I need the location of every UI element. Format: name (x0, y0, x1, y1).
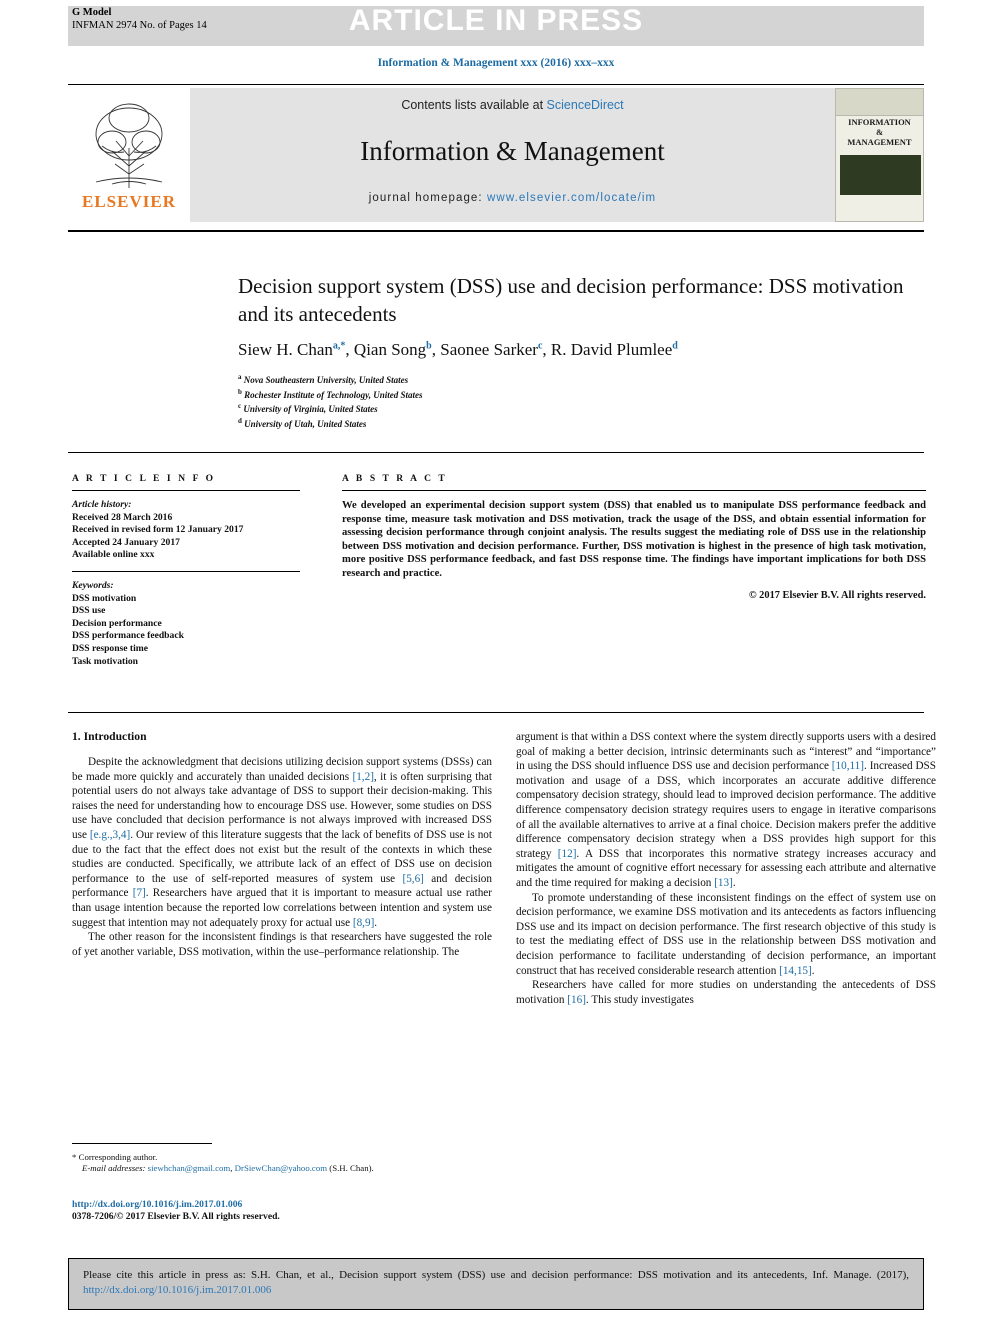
keywords-items: DSS motivation DSS use Decision performanc… (72, 593, 300, 669)
reference-link[interactable]: [13] (714, 877, 733, 889)
cover-image-block (840, 155, 921, 195)
abstract-heading: A B S T R A C T (342, 474, 448, 484)
body-paragraph: To promote understanding of these incons… (516, 891, 936, 977)
affiliation-item: c University of Virginia, United States (238, 402, 378, 415)
keywords-label: Keywords: (72, 579, 114, 591)
masthead-center: Contents lists available at ScienceDirec… (190, 88, 835, 222)
journal-title: Information & Management (360, 136, 665, 166)
keyword-item: Task motivation (72, 655, 139, 667)
email-label: E-mail addresses: (82, 1163, 146, 1174)
journal-cover-thumbnail: INFORMATION & MANAGEMENT (835, 88, 924, 222)
affiliation-item: b Rochester Institute of Technology, Uni… (238, 387, 423, 400)
keyword-item: DSS motivation (72, 592, 137, 604)
body-column-left: 1. Introduction Despite the acknowledgme… (72, 730, 492, 959)
homepage-label: journal homepage: (368, 192, 488, 204)
article-history-label: Article history: (72, 499, 132, 510)
article-info-heading: A R T I C L E I N F O (72, 474, 216, 484)
article-history-item: Received in revised form 12 January 2017 (72, 524, 244, 536)
right-column-paragraphs: argument is that within a DSS context wh… (516, 730, 936, 1007)
article-info-column: A R T I C L E I N F O Article history: R… (72, 474, 300, 668)
citation-text: Please cite this article in press as: S.… (83, 1268, 909, 1298)
article-history-item: Available online xxx (72, 549, 155, 561)
email-link-1[interactable]: siewhchan@gmail.com (148, 1163, 231, 1173)
reference-link[interactable]: [1,2] (352, 771, 373, 783)
elsevier-logo: ELSEVIER (68, 88, 190, 222)
citation-box: Please cite this article in press as: S.… (68, 1258, 924, 1310)
rule-info (68, 452, 924, 453)
section-heading-introduction: 1. Introduction (72, 730, 147, 743)
email-suffix: (S.H. Chan). (329, 1163, 374, 1174)
abstract-divider (342, 490, 926, 491)
reference-link[interactable]: [10,11] (832, 760, 864, 772)
citation-doi-link[interactable]: http://dx.doi.org/10.1016/j.im.2017.01.0… (83, 1284, 271, 1296)
reference-link[interactable]: [8,9] (353, 917, 374, 929)
article-history-items: Received 28 March 2016 Received in revise… (72, 512, 300, 562)
reference-link[interactable]: [7] (133, 887, 146, 899)
reference-link[interactable]: [e.g.,3,4] (90, 829, 130, 841)
contents-prefix: Contents lists available at (401, 98, 547, 112)
elsevier-tree-icon (95, 103, 163, 188)
body-column-right: argument is that within a DSS context wh… (516, 730, 936, 1007)
author-list: Siew H. Chana,*, Qian Songb, Saonee Sark… (238, 340, 678, 359)
cover-header-bar (836, 89, 923, 116)
cover-title-line1: INFORMATION (848, 117, 911, 127)
doi-link[interactable]: http://dx.doi.org/10.1016/j.im.2017.01.0… (72, 1199, 242, 1210)
keywords-divider (72, 570, 300, 572)
masthead: ELSEVIER Contents lists available at Sci… (68, 88, 924, 222)
body-paragraph: Researchers have called for more studies… (516, 979, 936, 1006)
corresponding-text: Corresponding author. (78, 1152, 158, 1162)
body-paragraph: Despite the acknowledgment that decision… (72, 756, 492, 929)
reference-link[interactable]: [12] (558, 848, 577, 860)
abstract-column: A B S T R A C T We developed an experime… (342, 474, 926, 601)
article-in-press-text: ARTICLE IN PRESS (348, 4, 644, 37)
contents-available-line: Contents lists available at ScienceDirec… (190, 98, 835, 112)
cover-title: INFORMATION & MANAGEMENT (836, 117, 923, 147)
info-divider (72, 490, 300, 491)
article-history: Article history: Received 28 March 2016 R… (72, 499, 300, 562)
article-history-item: Received 28 March 2016 (72, 511, 173, 523)
email-line: E-mail addresses: siewhchan@gmail.com, D… (72, 1163, 492, 1174)
abstract-text: We developed an experimental decision su… (342, 500, 926, 579)
affiliation-item: d University of Utah, United States (238, 416, 367, 429)
rule-masthead (68, 230, 924, 232)
issn-copyright-line: 0378-7206/© 2017 Elsevier B.V. All right… (72, 1211, 280, 1223)
citation-prefix: Please cite this article in press as: S.… (83, 1269, 909, 1281)
paper-page: G Model INFMAN 2974 No. of Pages 14 ARTI… (0, 0, 992, 1323)
rule-body (68, 712, 924, 713)
keyword-item: DSS use (72, 605, 106, 617)
keywords-block: Keywords: DSS motivation DSS use Decision … (72, 580, 300, 668)
body-paragraph: argument is that within a DSS context wh… (516, 731, 937, 889)
reference-link[interactable]: [16] (567, 994, 586, 1006)
elsevier-wordmark: ELSEVIER (82, 192, 176, 211)
article-history-item: Accepted 24 January 2017 (72, 536, 180, 548)
affiliation-list: a Nova Southeastern University, United S… (238, 372, 928, 430)
footnote-block: * Corresponding author. E-mail addresses… (72, 1152, 492, 1175)
email-link-2[interactable]: DrSiewChan@yahoo.com (235, 1163, 327, 1173)
affiliation-item: a Nova Southeastern University, United S… (238, 373, 409, 385)
corresponding-author-line: * Corresponding author. (72, 1152, 492, 1163)
cover-title-line2: & (875, 127, 884, 137)
body-paragraph: The other reason for the inconsistent fi… (72, 931, 492, 958)
sciencedirect-link[interactable]: ScienceDirect (547, 98, 624, 112)
corresponding-mark: * (72, 1152, 77, 1162)
keyword-item: DSS performance feedback (72, 630, 184, 642)
keyword-item: Decision performance (72, 617, 162, 629)
keyword-item: DSS response time (72, 642, 149, 654)
reference-link[interactable]: [14,15] (779, 965, 812, 977)
journal-running-head: Information & Management xxx (2016) xxx–… (377, 57, 615, 69)
page-title: Decision support system (DSS) use and de… (238, 274, 904, 326)
homepage-url[interactable]: www.elsevier.com/locate/im (487, 192, 656, 204)
reference-link[interactable]: [5,6] (402, 873, 423, 885)
cover-title-line3: MANAGEMENT (847, 137, 912, 147)
rule-top (68, 84, 924, 85)
left-column-paragraphs: Despite the acknowledgment that decision… (72, 755, 492, 959)
doi-block: http://dx.doi.org/10.1016/j.im.2017.01.0… (72, 1199, 502, 1224)
footnote-rule (72, 1143, 212, 1144)
journal-homepage-line: journal homepage: www.elsevier.com/locat… (190, 192, 835, 204)
abstract-copyright: © 2017 Elsevier B.V. All rights reserved… (748, 589, 926, 601)
